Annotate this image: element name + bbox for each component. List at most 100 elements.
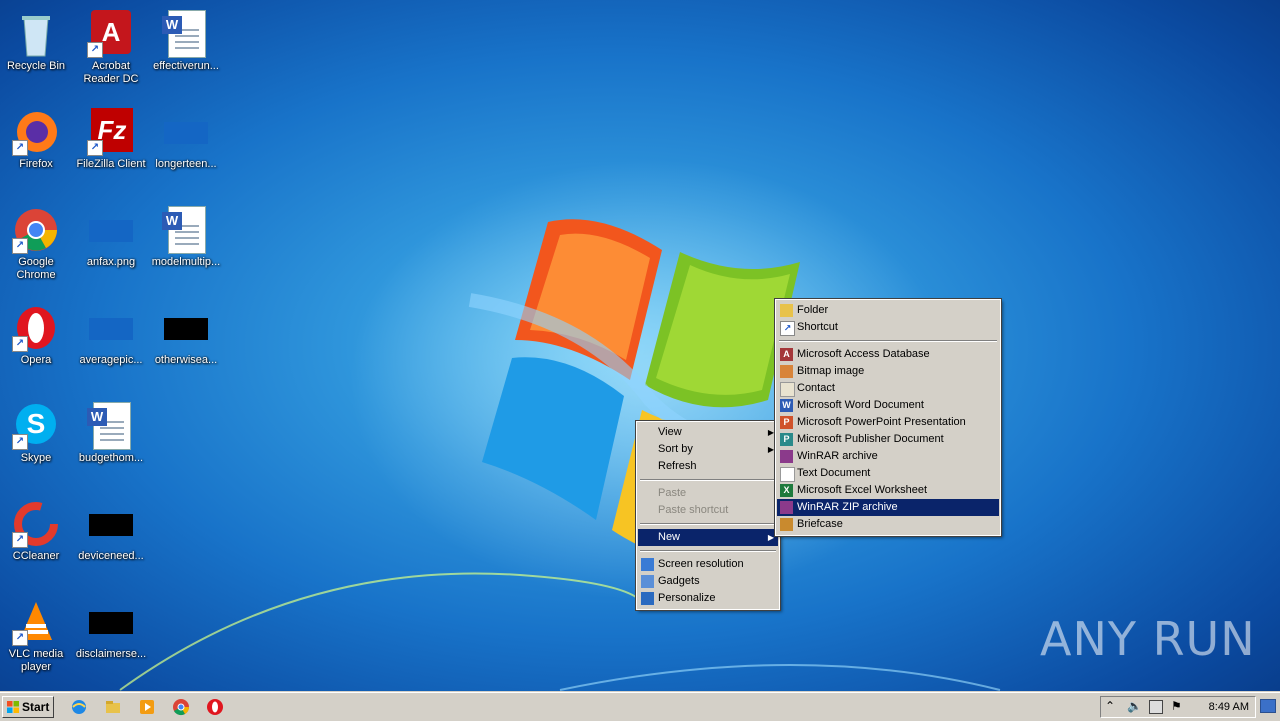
new-winrar-zip-item[interactable]: WinRAR ZIP archive bbox=[777, 499, 999, 516]
shortcut-arrow-icon: ↗ bbox=[12, 140, 28, 156]
menu-item-paste-shortcut[interactable]: Paste shortcut bbox=[638, 502, 778, 519]
skype-icon[interactable]: S ↗ Skype bbox=[0, 398, 72, 488]
vlc-icon[interactable]: ↗ VLC media player bbox=[0, 594, 72, 684]
new-word-document-item[interactable]: W Microsoft Word Document bbox=[777, 397, 999, 414]
shortcut-arrow-icon: ↗ bbox=[12, 238, 28, 254]
desktop-icon-label: modelmultip... bbox=[151, 256, 221, 268]
windows-explorer-icon[interactable] bbox=[104, 698, 122, 716]
desktop-icon-label: otherwisea... bbox=[154, 354, 218, 366]
new-folder-item[interactable]: Folder bbox=[777, 302, 999, 319]
gadgets-icon bbox=[641, 575, 654, 588]
file-icon[interactable]: disclaimerse... bbox=[75, 594, 147, 684]
desktop-icon-label: disclaimerse... bbox=[75, 648, 147, 660]
chrome-taskbar-icon[interactable] bbox=[172, 698, 190, 716]
desktop-icon-label: anfax.png bbox=[86, 256, 136, 268]
filezilla-icon[interactable]: Fz ↗ FileZilla Client bbox=[75, 104, 147, 194]
menu-item-sort-by[interactable]: Sort by ▶ bbox=[638, 441, 778, 458]
powerpoint-icon: P bbox=[780, 416, 793, 429]
file-icon[interactable]: otherwisea... bbox=[150, 300, 222, 390]
menu-separator bbox=[640, 550, 776, 552]
shortcut-icon: ↗ bbox=[780, 321, 795, 336]
desktop-icon-label: Opera bbox=[20, 354, 52, 366]
word-badge-icon: W bbox=[162, 212, 182, 230]
new-bitmap-image-item[interactable]: Bitmap image bbox=[777, 363, 999, 380]
opera-taskbar-icon[interactable] bbox=[206, 698, 224, 716]
file-icon[interactable]: deviceneed... bbox=[75, 496, 147, 586]
internet-explorer-icon[interactable] bbox=[70, 698, 88, 716]
menu-item-view[interactable]: View ▶ bbox=[638, 424, 778, 441]
menu-item-label: Briefcase bbox=[797, 518, 843, 530]
clock[interactable]: 8:49 AM bbox=[1209, 697, 1249, 717]
network-icon[interactable] bbox=[1149, 700, 1163, 714]
menu-separator bbox=[640, 523, 776, 525]
windows-flag-icon bbox=[7, 701, 19, 713]
shortcut-arrow-icon: ↗ bbox=[12, 336, 28, 352]
volume-icon[interactable]: 🔈 bbox=[1127, 699, 1142, 713]
shortcut-arrow-icon: ↗ bbox=[87, 42, 103, 58]
shortcut-arrow-icon: ↗ bbox=[12, 532, 28, 548]
desktop-icon-label: Acrobat Reader DC bbox=[83, 60, 139, 85]
action-center-flag-icon[interactable]: ⚑ bbox=[1171, 699, 1182, 713]
menu-separator bbox=[640, 479, 776, 481]
menu-item-label: Paste shortcut bbox=[658, 504, 729, 516]
desktop-icon-label: effectiverun... bbox=[153, 60, 219, 72]
menu-item-label: Paste bbox=[658, 487, 687, 499]
word-document-icon[interactable]: W effectiverun... bbox=[150, 6, 222, 96]
word-document-icon[interactable]: W budgethom... bbox=[75, 398, 147, 488]
menu-item-label: Sort by bbox=[658, 443, 693, 455]
anyrun-watermark: ANY RUN bbox=[1040, 612, 1256, 666]
desktop-icon-label: Recycle Bin bbox=[6, 60, 66, 72]
image-file-icon[interactable]: anfax.png bbox=[75, 202, 147, 292]
menu-item-label: Microsoft Access Database bbox=[797, 348, 930, 360]
word-badge-icon: W bbox=[162, 16, 182, 34]
acrobat-reader-icon[interactable]: A ↗ Acrobat Reader DC bbox=[75, 6, 147, 96]
menu-item-label: Microsoft Word Document bbox=[797, 399, 924, 411]
new-briefcase-item[interactable]: Briefcase bbox=[777, 516, 999, 533]
desktop-icon-label: CCleaner bbox=[12, 550, 60, 562]
menu-item-gadgets[interactable]: Gadgets bbox=[638, 573, 778, 590]
menu-item-personalize[interactable]: Personalize bbox=[638, 590, 778, 607]
file-icon[interactable]: longerteen... bbox=[150, 104, 222, 194]
new-text-document-item[interactable]: Text Document bbox=[777, 465, 999, 482]
desktop-icon-label: longerteen... bbox=[155, 158, 217, 170]
new-publisher-item[interactable]: P Microsoft Publisher Document bbox=[777, 431, 999, 448]
submenu-arrow-icon: ▶ bbox=[767, 428, 774, 437]
new-access-database-item[interactable]: A Microsoft Access Database bbox=[777, 346, 999, 363]
desktop-icon-label: VLC media player bbox=[8, 648, 64, 673]
winrar-icon bbox=[780, 450, 793, 463]
new-contact-item[interactable]: Contact bbox=[777, 380, 999, 397]
word-badge-icon: W bbox=[87, 408, 107, 426]
menu-item-label: New bbox=[658, 531, 681, 543]
new-powerpoint-item[interactable]: P Microsoft PowerPoint Presentation bbox=[777, 414, 999, 431]
submenu-arrow-icon: ▶ bbox=[767, 533, 774, 542]
recycle-bin-icon[interactable]: Recycle Bin bbox=[0, 6, 72, 96]
media-player-icon[interactable] bbox=[138, 698, 156, 716]
menu-item-refresh[interactable]: Refresh bbox=[638, 458, 778, 475]
desktop-icon-label: budgethom... bbox=[78, 452, 144, 464]
opera-icon[interactable]: ↗ Opera bbox=[0, 300, 72, 390]
text-document-icon bbox=[780, 467, 795, 482]
start-button[interactable]: Start bbox=[2, 696, 54, 718]
ccleaner-icon[interactable]: ↗ CCleaner bbox=[0, 496, 72, 586]
new-winrar-archive-item[interactable]: WinRAR archive bbox=[777, 448, 999, 465]
menu-item-new[interactable]: New ▶ bbox=[638, 529, 778, 546]
new-excel-worksheet-item[interactable]: X Microsoft Excel Worksheet bbox=[777, 482, 999, 499]
chrome-icon[interactable]: ↗ Google Chrome bbox=[0, 202, 72, 292]
menu-item-label: Folder bbox=[797, 304, 829, 316]
file-icon[interactable]: averagepic... bbox=[75, 300, 147, 390]
publisher-icon: P bbox=[780, 433, 793, 446]
word-document-icon[interactable]: W modelmultip... bbox=[150, 202, 222, 292]
show-hidden-icons-icon[interactable]: ⌃ bbox=[1105, 699, 1115, 713]
menu-item-screen-resolution[interactable]: Screen resolution bbox=[638, 556, 778, 573]
menu-item-label: Gadgets bbox=[658, 575, 700, 587]
menu-item-label: Microsoft PowerPoint Presentation bbox=[797, 416, 966, 428]
menu-item-label: Text Document bbox=[797, 467, 871, 479]
new-submenu: Folder ↗ Shortcut A Microsoft Access Datab… bbox=[774, 298, 1002, 537]
shortcut-arrow-icon: ↗ bbox=[12, 630, 28, 646]
desktop-icon-label: deviceneed... bbox=[78, 550, 144, 562]
menu-item-paste[interactable]: Paste bbox=[638, 485, 778, 502]
desktop-icon-label: Skype bbox=[20, 452, 52, 464]
firefox-icon[interactable]: ↗ Firefox bbox=[0, 104, 72, 194]
new-shortcut-item[interactable]: ↗ Shortcut bbox=[777, 319, 999, 336]
show-desktop-icon[interactable] bbox=[1260, 699, 1276, 713]
